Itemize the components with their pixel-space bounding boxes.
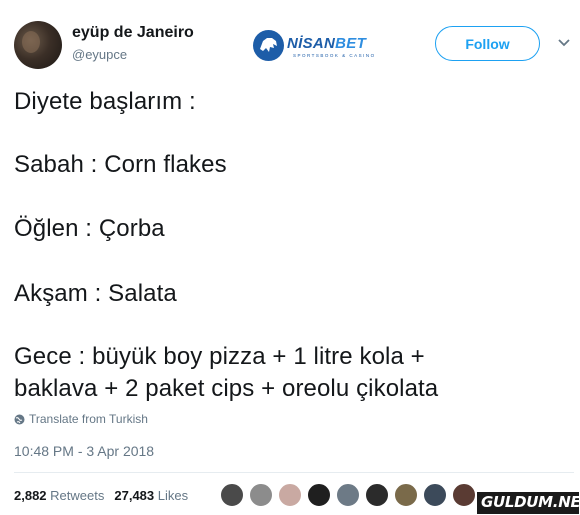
tweet-text-line: Sabah : Corn flakes — [14, 151, 227, 178]
liker-avatar[interactable] — [278, 483, 302, 507]
liker-avatar[interactable] — [423, 483, 447, 507]
divider — [14, 472, 574, 473]
retweets-stat[interactable]: 2,882 Retweets — [14, 488, 104, 503]
likes-stat[interactable]: 27,483 Likes — [114, 488, 188, 503]
liker-avatar[interactable] — [307, 483, 331, 507]
user-handle[interactable]: @eyupce — [72, 47, 127, 62]
retweets-count: 2,882 — [14, 488, 47, 503]
liker-avatar[interactable] — [394, 483, 418, 507]
watermark-text: GULDUM.NET — [481, 493, 580, 511]
avatar[interactable] — [14, 21, 62, 69]
tweet-timestamp[interactable]: 10:48 PM - 3 Apr 2018 — [14, 443, 154, 459]
likes-count: 27,483 — [114, 488, 155, 503]
liker-avatar[interactable] — [365, 483, 389, 507]
lion-logo-icon — [253, 30, 284, 61]
translate-label[interactable]: Translate from Turkish — [29, 412, 148, 426]
tweet-text-line: baklava + 2 paket cips + oreolu çikolata — [14, 375, 439, 402]
liker-avatar[interactable] — [336, 483, 360, 507]
logo-wordmark: NİSANBET — [287, 35, 367, 52]
nisanbet-logo: NİSANBET SPORTSBOOK & CASINO — [253, 30, 378, 62]
tweet-text-line: Gece : büyük boy pizza + 1 litre kola + — [14, 343, 425, 370]
tweet-text-line: Öğlen : Çorba — [14, 215, 165, 242]
engagement-stats: 2,882 Retweets 27,483 Likes — [14, 488, 188, 503]
liker-avatar[interactable] — [249, 483, 273, 507]
follow-button[interactable]: Follow — [435, 26, 540, 61]
liker-avatar[interactable] — [220, 483, 244, 507]
chevron-down-icon[interactable] — [557, 36, 571, 50]
tweet-text-line: Diyete başlarım : — [14, 88, 196, 115]
display-name[interactable]: eyüp de Janeiro — [72, 24, 194, 42]
globe-icon — [14, 414, 25, 425]
tweet-text-line: Akşam : Salata — [14, 280, 177, 307]
tweet-header: eyüp de Janeiro @eyupce NİSANBET SPORTSB… — [0, 0, 580, 80]
translate-link[interactable]: Translate from Turkish — [14, 412, 148, 426]
retweets-label: Retweets — [50, 488, 105, 503]
logo-tagline: SPORTSBOOK & CASINO — [293, 53, 376, 58]
site-watermark: GULDUM.NET — [477, 492, 580, 514]
likes-label: Likes — [157, 488, 189, 503]
liker-avatar[interactable] — [452, 483, 476, 507]
